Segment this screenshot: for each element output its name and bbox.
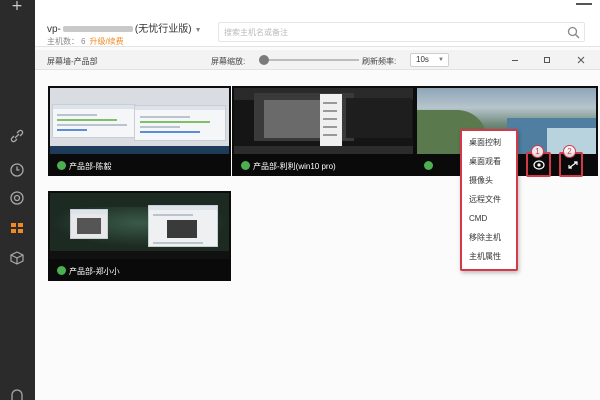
screen-thumbnail[interactable]	[234, 88, 413, 154]
cube-icon[interactable]	[9, 250, 25, 266]
annotation-badge: 2	[563, 145, 576, 158]
screen-tile-footer: 产品部-郑小小	[48, 259, 231, 281]
screen-thumbnail[interactable]	[50, 193, 229, 259]
screen-wall-title: 屏幕墙-产品部	[47, 57, 98, 66]
screen-thumbnail[interactable]	[50, 88, 229, 154]
menu-item-remove-host[interactable]: 移除主机	[469, 228, 515, 247]
headset-icon[interactable]	[9, 190, 25, 206]
menu-item-cmd[interactable]: CMD	[469, 209, 515, 228]
menu-item-desktop-view[interactable]: 桌面观看	[469, 152, 515, 171]
zoom-track[interactable]	[259, 59, 359, 61]
screen-tile-footer: 产品部-陈毅	[48, 154, 231, 176]
screen-wall-icon[interactable]	[9, 220, 25, 236]
menu-item-camera[interactable]: 摄像头	[469, 171, 515, 190]
host-name-edition: (无忧行业版)	[134, 24, 192, 35]
online-status-icon	[57, 266, 66, 275]
screen-tile-label: 产品部-郑小小	[69, 267, 120, 276]
menu-item-desktop-control[interactable]: 桌面控制	[469, 133, 515, 152]
menu-item-remote-files[interactable]: 远程文件	[469, 190, 515, 209]
host-context-menu: 桌面控制 桌面观看 摄像头 远程文件 CMD 移除主机 主机属性	[460, 129, 518, 271]
menu-item-host-properties[interactable]: 主机属性	[469, 247, 515, 266]
screen-tile[interactable]: 产品部-陈毅	[48, 86, 231, 176]
clock-icon[interactable]	[9, 162, 25, 178]
search-input[interactable]	[224, 25, 564, 39]
redacted-name	[62, 26, 133, 33]
host-group-selector[interactable]: vp- (无忧行业版) ▼	[47, 20, 202, 35]
host-count-value: 6	[81, 37, 86, 46]
online-status-icon	[424, 161, 433, 170]
chevron-down-icon: ▼	[438, 57, 444, 63]
refresh-rate-value: 10s	[416, 55, 429, 64]
online-status-icon	[57, 161, 66, 170]
minimize-window-button[interactable]	[570, 0, 600, 12]
search-icon[interactable]	[567, 26, 580, 39]
screen-tile-footer: 产品部-利利(win10 pro)	[232, 154, 415, 176]
add-icon[interactable]: +	[9, 0, 25, 14]
screen-tile[interactable]: 产品部-郑小小	[48, 191, 231, 281]
refresh-label: 刷新频率:	[362, 57, 397, 66]
online-status-icon	[241, 161, 250, 170]
search-box[interactable]	[218, 22, 585, 42]
zoom-slider[interactable]	[259, 54, 359, 66]
annotation-badge: 1	[531, 145, 544, 158]
upgrade-link[interactable]: 升级/续费	[89, 37, 123, 46]
screen-tile-label: 产品部-陈毅	[69, 162, 112, 171]
zoom-slider-thumb[interactable]	[259, 55, 269, 65]
left-rail: +	[0, 0, 35, 400]
link-icon[interactable]	[9, 128, 25, 144]
host-name-prefix: vp-	[47, 24, 61, 35]
host-count-line: 主机数： 6 升级/续费	[47, 36, 124, 47]
refresh-rate-select[interactable]: 10s ▼	[410, 53, 449, 67]
chevron-down-icon[interactable]: ▼	[195, 27, 202, 34]
minimize-icon[interactable]	[509, 54, 521, 66]
maximize-icon[interactable]	[541, 54, 553, 66]
screen-wall-toolbar: 屏幕墙-产品部 屏幕缩放: 刷新频率: 10s ▼	[35, 50, 600, 70]
screen-tile-label: 产品部-利利(win10 pro)	[253, 162, 336, 171]
title-bar: vp- (无忧行业版) ▼ 主机数： 6 升级/续费	[35, 0, 600, 47]
zoom-label: 屏幕缩放:	[211, 57, 246, 66]
close-icon[interactable]	[575, 54, 587, 66]
host-count-label: 主机数：	[47, 37, 79, 46]
main-panel: vp-(无忧行业版)▼ 主机数：6升级/续费 屏幕墙-产品部 屏幕缩放: 刷新频…	[35, 0, 600, 400]
settings-icon[interactable]	[9, 388, 25, 400]
screen-tile[interactable]: 产品部-利利(win10 pro)	[232, 86, 415, 176]
